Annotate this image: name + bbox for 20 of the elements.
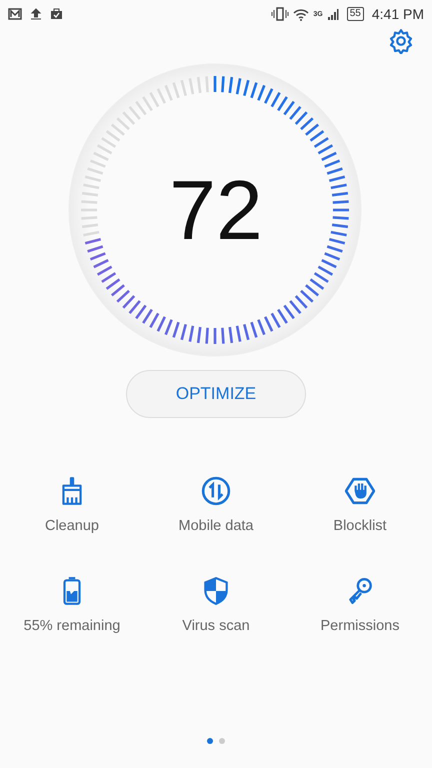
upload-icon: [30, 8, 42, 20]
up-down-arrows-icon: [201, 476, 231, 506]
hand-icon: [345, 476, 375, 506]
tool-tile[interactable]: Blocklist: [288, 476, 432, 538]
mail-icon: [8, 8, 22, 20]
tool-tile[interactable]: Virus scan: [144, 576, 288, 638]
battery-level: 55: [346, 7, 364, 21]
tool-tile[interactable]: Mobile data: [144, 476, 288, 538]
clipboard-check-icon: [50, 8, 63, 20]
optimize-button[interactable]: OPTIMIZE: [126, 370, 306, 418]
signal-icon: [326, 8, 339, 20]
settings-icon[interactable]: [388, 28, 414, 54]
vibrate-icon: [271, 7, 290, 21]
clock-time: 4:41 PM: [372, 4, 424, 24]
wifi-icon: [293, 8, 310, 20]
tool-tile[interactable]: Cleanup: [0, 476, 144, 538]
shield-icon: [201, 576, 231, 606]
tool-tile[interactable]: 55% remaining: [0, 576, 144, 638]
tool-tile[interactable]: Permissions: [288, 576, 432, 638]
score-value: 72: [168, 168, 264, 252]
